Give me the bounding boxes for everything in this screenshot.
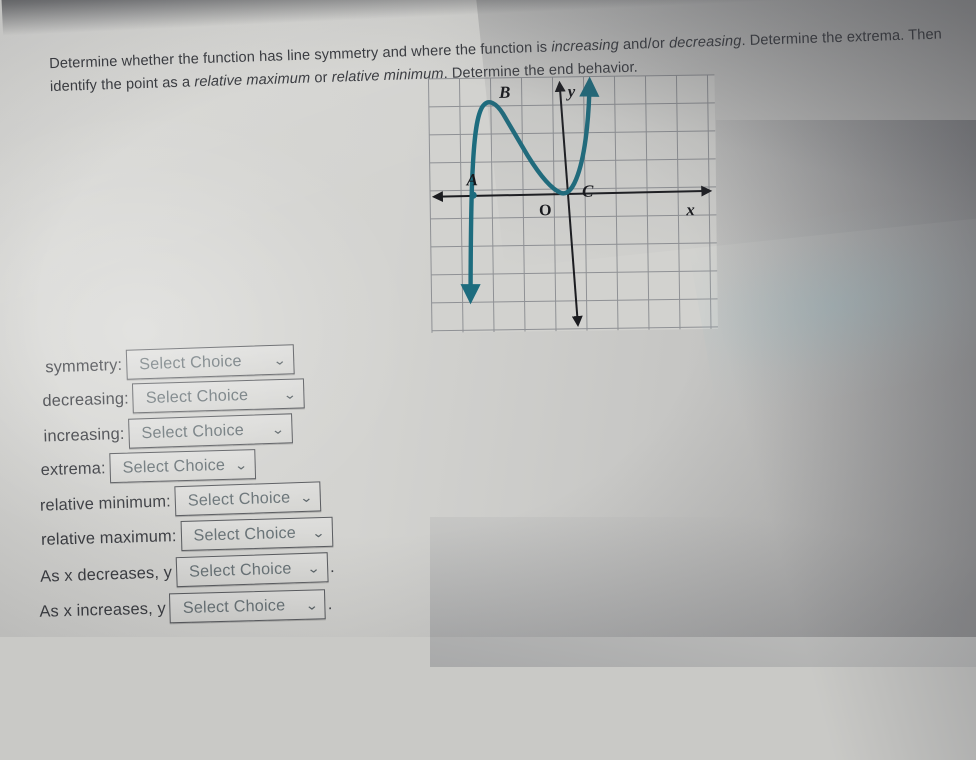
- row-increasing: increasing: Select Choice ⌄: [43, 413, 293, 451]
- label-as-x-decreases: As x decreases, y: [39, 562, 173, 586]
- select-decreasing[interactable]: Select Choice ⌄: [132, 378, 306, 414]
- label-relative-minimum: relative minimum:: [39, 491, 172, 515]
- chevron-down-icon: ⌄: [234, 456, 249, 473]
- select-extrema-value: Select Choice: [122, 455, 226, 477]
- select-as-x-decreases[interactable]: Select Choice ⌄: [175, 552, 329, 588]
- label-decreasing: decreasing:: [42, 389, 130, 410]
- row-as-x-decreases: As x decreases, y Select Choice ⌄ .: [40, 552, 335, 592]
- select-increasing-value: Select Choice: [141, 420, 245, 442]
- period-as-x-decreases: .: [329, 557, 335, 576]
- select-increasing[interactable]: Select Choice ⌄: [128, 413, 293, 449]
- point-b-label: B: [498, 83, 511, 102]
- graph-svg: A B C O y x: [427, 74, 718, 333]
- chevron-down-icon: ⌄: [304, 596, 319, 613]
- select-relative-maximum-value: Select Choice: [193, 523, 297, 545]
- row-relative-maximum: relative maximum: Select Choice ⌄: [40, 516, 333, 555]
- row-extrema: extrema: Select Choice ⌄: [40, 449, 257, 485]
- label-increasing: increasing:: [43, 424, 125, 446]
- point-a-label: A: [465, 170, 478, 189]
- select-relative-maximum[interactable]: Select Choice ⌄: [180, 516, 333, 552]
- select-relative-minimum-value: Select Choice: [187, 487, 291, 510]
- label-as-x-increases: As x increases, y: [39, 598, 167, 621]
- select-decreasing-value: Select Choice: [145, 385, 249, 407]
- select-as-x-increases[interactable]: Select Choice ⌄: [169, 589, 327, 624]
- origin-label: O: [539, 202, 552, 219]
- chevron-down-icon: ⌄: [283, 386, 298, 402]
- worksheet-content: Determine whether the function has line …: [0, 0, 976, 653]
- prompt-text-2: and/or: [618, 35, 670, 53]
- label-symmetry: symmetry:: [45, 355, 123, 376]
- function-graph: A B C O y x: [426, 73, 722, 339]
- row-symmetry: symmetry: Select Choice ⌄: [45, 344, 295, 382]
- y-axis-label: y: [566, 82, 576, 101]
- row-decreasing: decreasing: Select Choice ⌄: [42, 378, 306, 416]
- chevron-down-icon: ⌄: [270, 421, 286, 437]
- prompt-text-4: or: [309, 70, 333, 87]
- prompt-emphasis-increasing: increasing: [551, 36, 620, 56]
- select-as-x-decreases-value: Select Choice: [188, 558, 292, 581]
- label-relative-maximum: relative maximum:: [40, 526, 177, 549]
- select-as-x-increases-value: Select Choice: [182, 595, 286, 617]
- point-c-label: C: [582, 182, 594, 201]
- select-symmetry[interactable]: Select Choice ⌄: [125, 344, 295, 380]
- prompt-emphasis-relative-maximum: relative maximum: [194, 70, 311, 91]
- period-as-x-increases: .: [327, 594, 333, 613]
- select-relative-minimum[interactable]: Select Choice ⌄: [174, 481, 322, 517]
- x-axis-label: x: [685, 200, 695, 219]
- chevron-down-icon: ⌄: [306, 559, 321, 576]
- answer-rows: symmetry: Select Choice ⌄ decreasing: Se…: [1, 329, 501, 624]
- chevron-down-icon: ⌄: [299, 489, 314, 505]
- row-relative-minimum: relative minimum: Select Choice ⌄: [39, 481, 322, 520]
- chevron-down-icon: ⌄: [310, 524, 326, 540]
- select-symmetry-value: Select Choice: [138, 351, 242, 373]
- select-extrema[interactable]: Select Choice ⌄: [109, 449, 257, 484]
- prompt-emphasis-decreasing: decreasing: [668, 32, 742, 52]
- row-as-x-increases: As x increases, y Select Choice ⌄ .: [39, 589, 333, 627]
- chevron-down-icon: ⌄: [272, 351, 287, 368]
- label-extrema: extrema:: [40, 458, 106, 479]
